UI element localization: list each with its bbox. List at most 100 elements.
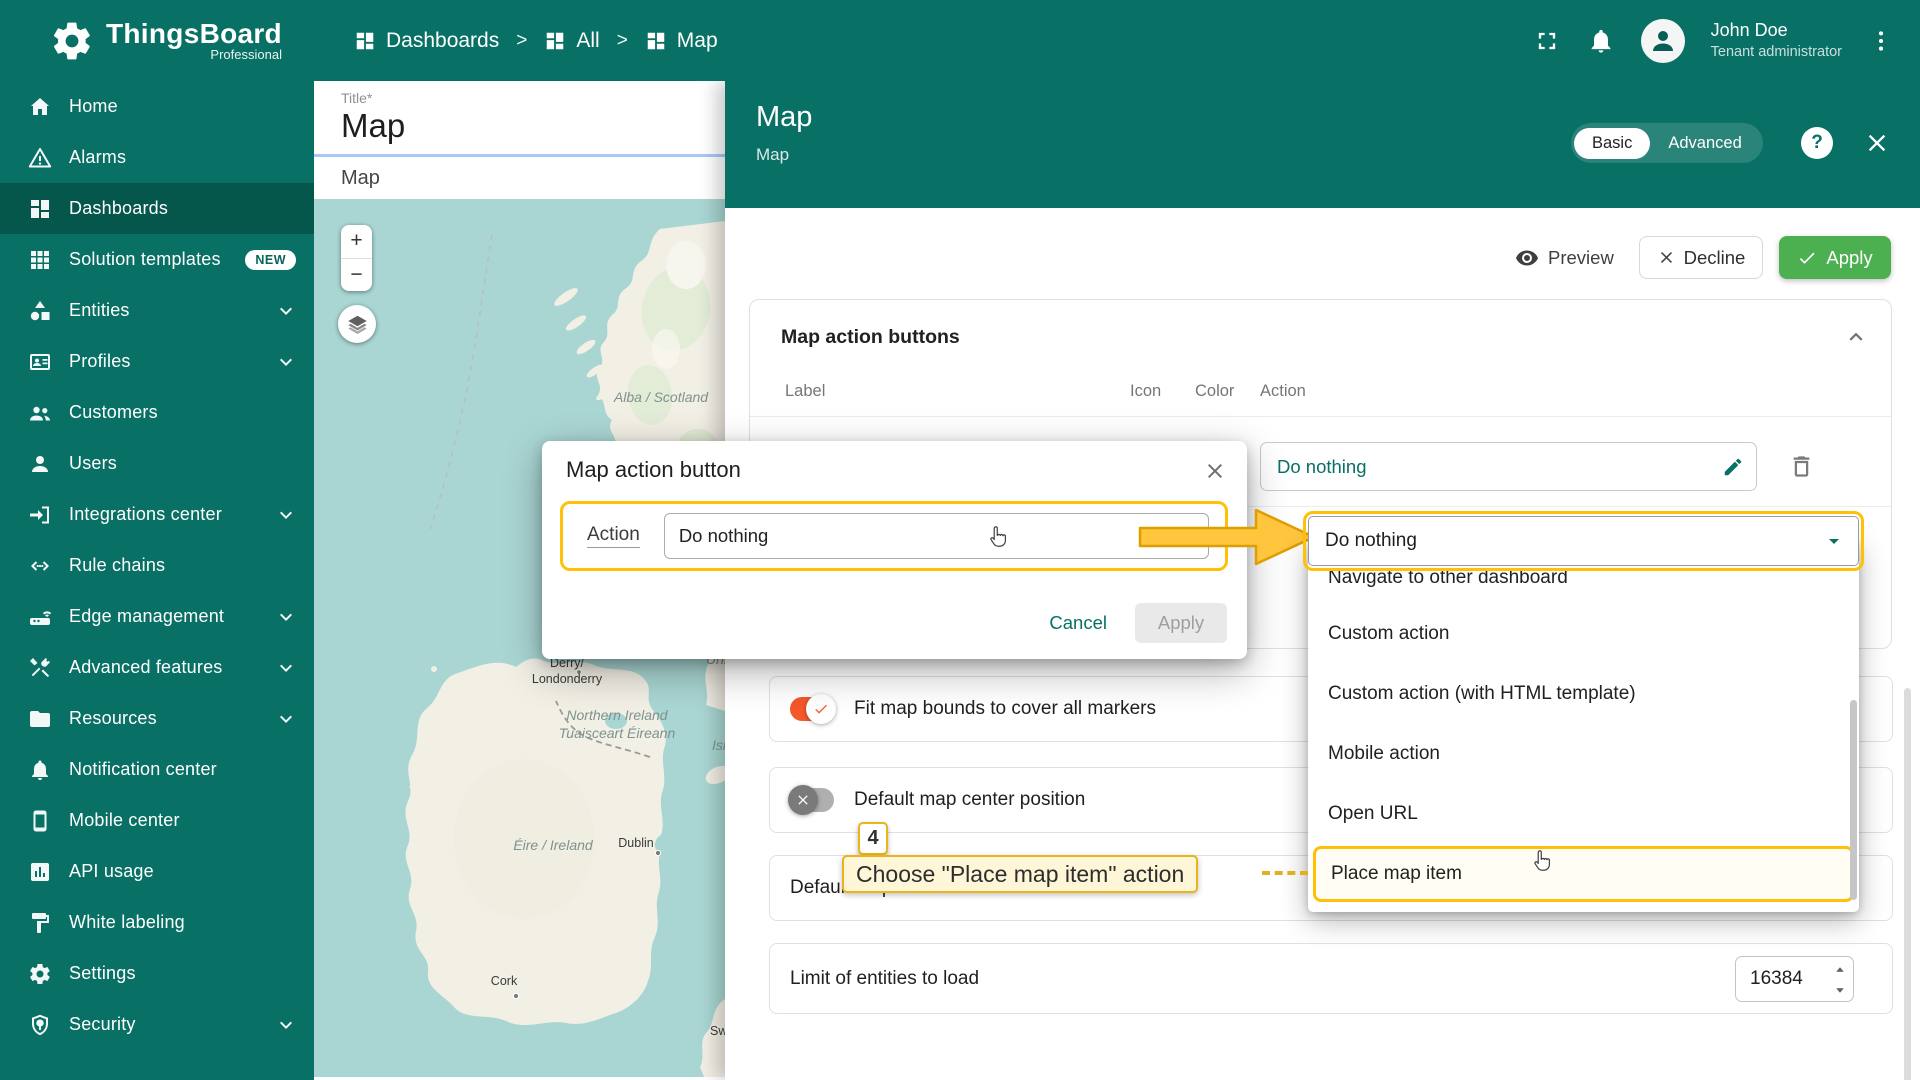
profiles-icon — [28, 350, 52, 374]
map-center-toggle[interactable] — [788, 785, 834, 815]
column-header-label: Label — [785, 382, 826, 400]
sidebar-item-label: Customers — [69, 402, 158, 422]
tutorial-instruction: Choose "Place map item" action — [842, 855, 1199, 893]
dropdown-option-open-url[interactable]: Open URL — [1308, 784, 1859, 844]
dropdown-option-place-map-item[interactable]: Place map item — [1313, 846, 1854, 902]
widget-title-input[interactable]: Map — [341, 107, 725, 145]
close-icon — [795, 792, 811, 808]
preview-button[interactable]: Preview — [1515, 236, 1614, 279]
row-action-select[interactable]: Do nothing — [1260, 442, 1757, 491]
breadcrumb-item-map[interactable]: Map — [645, 29, 718, 53]
zoom-out-button[interactable]: − — [341, 257, 372, 292]
sidebar-item-edge-management[interactable]: Edge management — [0, 591, 314, 642]
chevron-down-icon — [274, 707, 298, 731]
sidebar-item-white-labeling[interactable]: White labeling — [0, 897, 314, 948]
fullscreen-icon[interactable] — [1533, 27, 1561, 55]
dropdown-option-custom-action-with-html-template-[interactable]: Custom action (with HTML template) — [1308, 664, 1859, 724]
top-header: ThingsBoard Professional Dashboards > All >… — [0, 0, 1920, 81]
sidebar-item-dashboards[interactable]: Dashboards — [0, 183, 314, 234]
dropdown-option-mobile-action[interactable]: Mobile action — [1308, 724, 1859, 784]
sidebar-item-label: Home — [69, 96, 118, 116]
advanced-icon — [28, 656, 52, 680]
logo[interactable]: ThingsBoard Professional — [0, 19, 300, 63]
breadcrumb-item-dashboards[interactable]: Dashboards — [354, 29, 499, 53]
setting-label: Limit of entities to load — [790, 967, 980, 989]
sidebar-item-rule-chains[interactable]: Rule chains — [0, 540, 314, 591]
sidebar: Home Alarms Dashboards Solution templates NE… — [0, 81, 314, 1080]
dialog-close-icon[interactable] — [1203, 459, 1227, 483]
edit-pencil-icon[interactable] — [1722, 456, 1744, 478]
hand-cursor-icon — [1528, 848, 1555, 875]
avatar[interactable] — [1640, 18, 1685, 63]
entity-limit-input[interactable]: 16384 — [1735, 955, 1854, 1002]
widget-title: Map — [341, 166, 380, 189]
entities-icon — [28, 299, 52, 323]
setting-label: Default map center position — [854, 789, 1086, 810]
mobile-icon — [28, 809, 52, 833]
column-header-action: Action — [1260, 382, 1306, 400]
sidebar-item-customers[interactable]: Customers — [0, 387, 314, 438]
sidebar-item-api-usage[interactable]: API usage — [0, 846, 314, 897]
edge-icon — [28, 605, 52, 629]
sidebar-item-label: Resources — [69, 708, 157, 728]
decline-button[interactable]: Decline — [1639, 236, 1763, 279]
notifications-bell-icon[interactable] — [1587, 27, 1615, 55]
apply-button[interactable]: Apply — [1779, 236, 1891, 279]
breadcrumb-separator: > — [616, 29, 628, 51]
divider — [750, 416, 1891, 417]
stepper-down-icon[interactable] — [1831, 980, 1849, 998]
sidebar-item-home[interactable]: Home — [0, 81, 314, 132]
user-info[interactable]: John Doe Tenant administrator — [1711, 19, 1842, 61]
new-badge: NEW — [245, 249, 296, 270]
sidebar-item-settings[interactable]: Settings — [0, 948, 314, 999]
stepper-up-icon[interactable] — [1831, 962, 1849, 980]
breadcrumb-item-all[interactable]: All — [544, 29, 600, 53]
number-stepper[interactable] — [1831, 962, 1849, 998]
panel-scrollbar[interactable] — [1904, 688, 1911, 1080]
sidebar-item-advanced-features[interactable]: Advanced features — [0, 642, 314, 693]
chevron-down-icon — [274, 503, 298, 527]
dropdown-option-custom-action[interactable]: Custom action — [1308, 604, 1859, 664]
cancel-button[interactable]: Cancel — [1049, 612, 1107, 634]
tab-advanced[interactable]: Advanced — [1650, 128, 1759, 159]
sidebar-item-mobile-center[interactable]: Mobile center — [0, 795, 314, 846]
kebab-menu-icon[interactable] — [1868, 28, 1894, 54]
sidebar-item-notification-center[interactable]: Notification center — [0, 744, 314, 795]
map-label: Northern Ireland — [566, 707, 668, 723]
user-role: Tenant administrator — [1710, 43, 1842, 60]
delete-row-icon[interactable] — [1788, 453, 1815, 480]
dashboards-icon — [28, 197, 52, 221]
close-panel-icon[interactable] — [1863, 129, 1891, 157]
fit-bounds-toggle[interactable] — [790, 694, 836, 724]
sidebar-item-integrations-center[interactable]: Integrations center — [0, 489, 314, 540]
integrations-icon — [28, 503, 52, 527]
resources-icon — [28, 707, 52, 731]
chevron-down-icon — [274, 1013, 298, 1037]
map-label: Éire / Ireland — [513, 837, 594, 853]
tab-basic[interactable]: Basic — [1574, 127, 1651, 159]
sidebar-item-profiles[interactable]: Profiles — [0, 336, 314, 387]
sidebar-item-label: Rule chains — [69, 555, 166, 575]
action-field-input[interactable]: Do nothing — [663, 513, 1209, 559]
rule-chains-icon — [28, 554, 52, 578]
collapse-section-icon[interactable] — [1843, 324, 1869, 350]
row-action-value: Do nothing — [1277, 455, 1367, 477]
sidebar-item-entities[interactable]: Entities — [0, 285, 314, 336]
sidebar-item-label: Notification center — [69, 759, 217, 779]
home-icon — [28, 95, 52, 119]
map-layers-button[interactable] — [338, 305, 376, 343]
layers-icon — [347, 314, 368, 335]
sidebar-item-solution-templates[interactable]: Solution templates NEW — [0, 234, 314, 285]
help-button[interactable]: ? — [1801, 127, 1833, 159]
sidebar-item-security[interactable]: Security — [0, 999, 314, 1050]
sidebar-item-alarms[interactable]: Alarms — [0, 132, 314, 183]
entity-limit-value: 16384 — [1750, 967, 1803, 989]
grid-icon — [354, 30, 376, 52]
dialog-apply-button[interactable]: Apply — [1135, 603, 1227, 643]
sidebar-item-users[interactable]: Users — [0, 438, 314, 489]
check-icon — [813, 701, 829, 717]
sidebar-item-resources[interactable]: Resources — [0, 693, 314, 744]
zoom-in-button[interactable]: + — [341, 225, 372, 258]
action-dropdown-trigger[interactable]: Do nothing — [1303, 511, 1864, 571]
dropdown-scrollbar[interactable] — [1850, 700, 1857, 900]
